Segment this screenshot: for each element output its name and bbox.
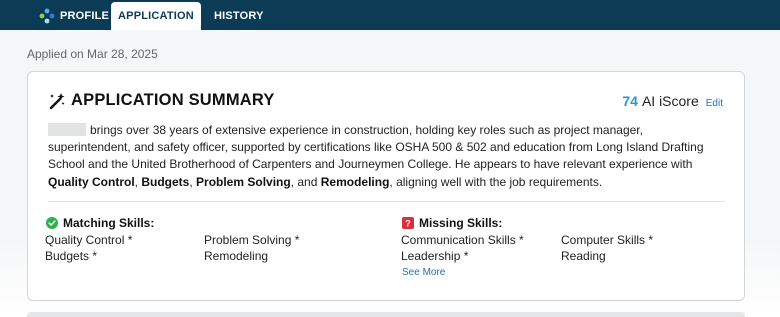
edit-link[interactable]: Edit — [706, 98, 723, 109]
tab-profile-label: PROFILE — [60, 10, 110, 22]
summary-part-1: brings over 38 years of extensive experi… — [48, 123, 704, 172]
missing-skill-item: Communication Skills * — [401, 233, 524, 247]
card-header: APPLICATION SUMMARY — [48, 91, 275, 110]
svg-text:?: ? — [405, 219, 411, 229]
matching-skill-item: Problem Solving * — [204, 233, 300, 247]
tab-history[interactable]: HISTORY — [214, 2, 264, 30]
ai-score: 74 AI iScore Edit — [622, 93, 723, 109]
matching-skills-heading: Matching Skills: — [46, 216, 154, 230]
question-box-icon: ? — [402, 217, 414, 229]
magic-wand-icon — [49, 92, 65, 109]
see-more-link[interactable]: See More — [402, 267, 445, 278]
matching-skill-item: Remodeling — [204, 249, 269, 263]
summary-skill-remodeling: Remodeling — [320, 174, 390, 189]
tab-profile[interactable]: PROFILE — [38, 2, 109, 30]
missing-skill-item: Leadership * — [401, 249, 469, 263]
ai-score-label: AI iScore — [641, 93, 699, 109]
summary-text: brings over 38 years of extensive experi… — [48, 122, 728, 191]
tab-application[interactable]: APPLICATION — [111, 2, 201, 30]
missing-skill-item: Reading — [561, 249, 606, 263]
summary-skill-budgets: Budgets — [141, 174, 190, 189]
matching-skill-item: Quality Control * — [45, 233, 133, 247]
tab-history-label: HISTORY — [214, 10, 264, 22]
summary-skill-problem-solving: Problem Solving — [196, 174, 291, 189]
missing-skills-label: Missing Skills: — [419, 216, 503, 230]
card-title: APPLICATION SUMMARY — [71, 91, 275, 109]
applied-date: Applied on Mar 28, 2025 — [27, 47, 158, 61]
missing-skills-heading: ? Missing Skills: — [402, 216, 502, 230]
summary-sep-2: , — [189, 174, 197, 189]
tab-application-label: APPLICATION — [118, 10, 194, 22]
top-nav-bar: PROFILE APPLICATION HISTORY — [0, 0, 780, 30]
application-summary-card: APPLICATION SUMMARY 74 AI iScore Edit br… — [27, 71, 745, 301]
matching-skills-label: Matching Skills: — [63, 216, 155, 230]
profile-logo-icon — [39, 8, 55, 24]
matching-skill-item: Budgets * — [45, 249, 98, 263]
check-circle-icon — [46, 217, 58, 229]
divider — [48, 201, 725, 202]
summary-skill-quality-control: Quality Control — [48, 174, 135, 189]
summary-end: , aligning well with the job requirement… — [389, 174, 603, 189]
ai-score-value: 74 — [622, 93, 638, 109]
next-card-edge — [27, 312, 745, 317]
missing-skill-item: Computer Skills * — [561, 233, 654, 247]
redacted-name — [48, 123, 86, 136]
summary-sep-3: , and — [290, 174, 321, 189]
